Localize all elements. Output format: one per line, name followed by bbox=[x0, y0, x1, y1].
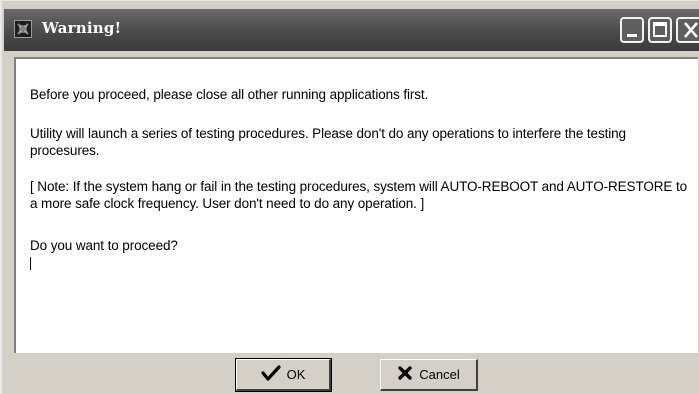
app-icon[interactable] bbox=[14, 20, 32, 38]
close-button[interactable] bbox=[676, 17, 699, 43]
message-paragraph-2: Utility will launch a series of testing … bbox=[30, 126, 626, 158]
ok-button[interactable]: OK bbox=[235, 358, 332, 392]
title-bar[interactable]: Warning! bbox=[4, 9, 699, 51]
close-icon bbox=[684, 22, 698, 38]
minimize-button[interactable] bbox=[620, 17, 644, 43]
cancel-button-label: Cancel bbox=[419, 367, 460, 382]
checkmark-icon bbox=[260, 365, 281, 384]
message-paragraph-4: Do you want to proceed? bbox=[30, 238, 178, 253]
maximize-button[interactable] bbox=[648, 17, 672, 43]
text-caret bbox=[30, 257, 31, 270]
message-paragraph-1: Before you proceed, please close all oth… bbox=[30, 87, 429, 102]
message-area[interactable]: Before you proceed, please close all oth… bbox=[14, 57, 698, 353]
ok-button-label: OK bbox=[286, 367, 306, 382]
window-title: Warning! bbox=[42, 19, 122, 37]
warning-dialog: Warning! Before you proceed, please clos… bbox=[0, 0, 699, 394]
x-mark-icon bbox=[397, 365, 413, 384]
cancel-button[interactable]: Cancel bbox=[380, 359, 478, 391]
message-paragraph-3: [ Note: If the system hang or fail in th… bbox=[30, 179, 688, 211]
maximize-icon bbox=[653, 22, 667, 37]
minimize-icon bbox=[627, 34, 637, 37]
